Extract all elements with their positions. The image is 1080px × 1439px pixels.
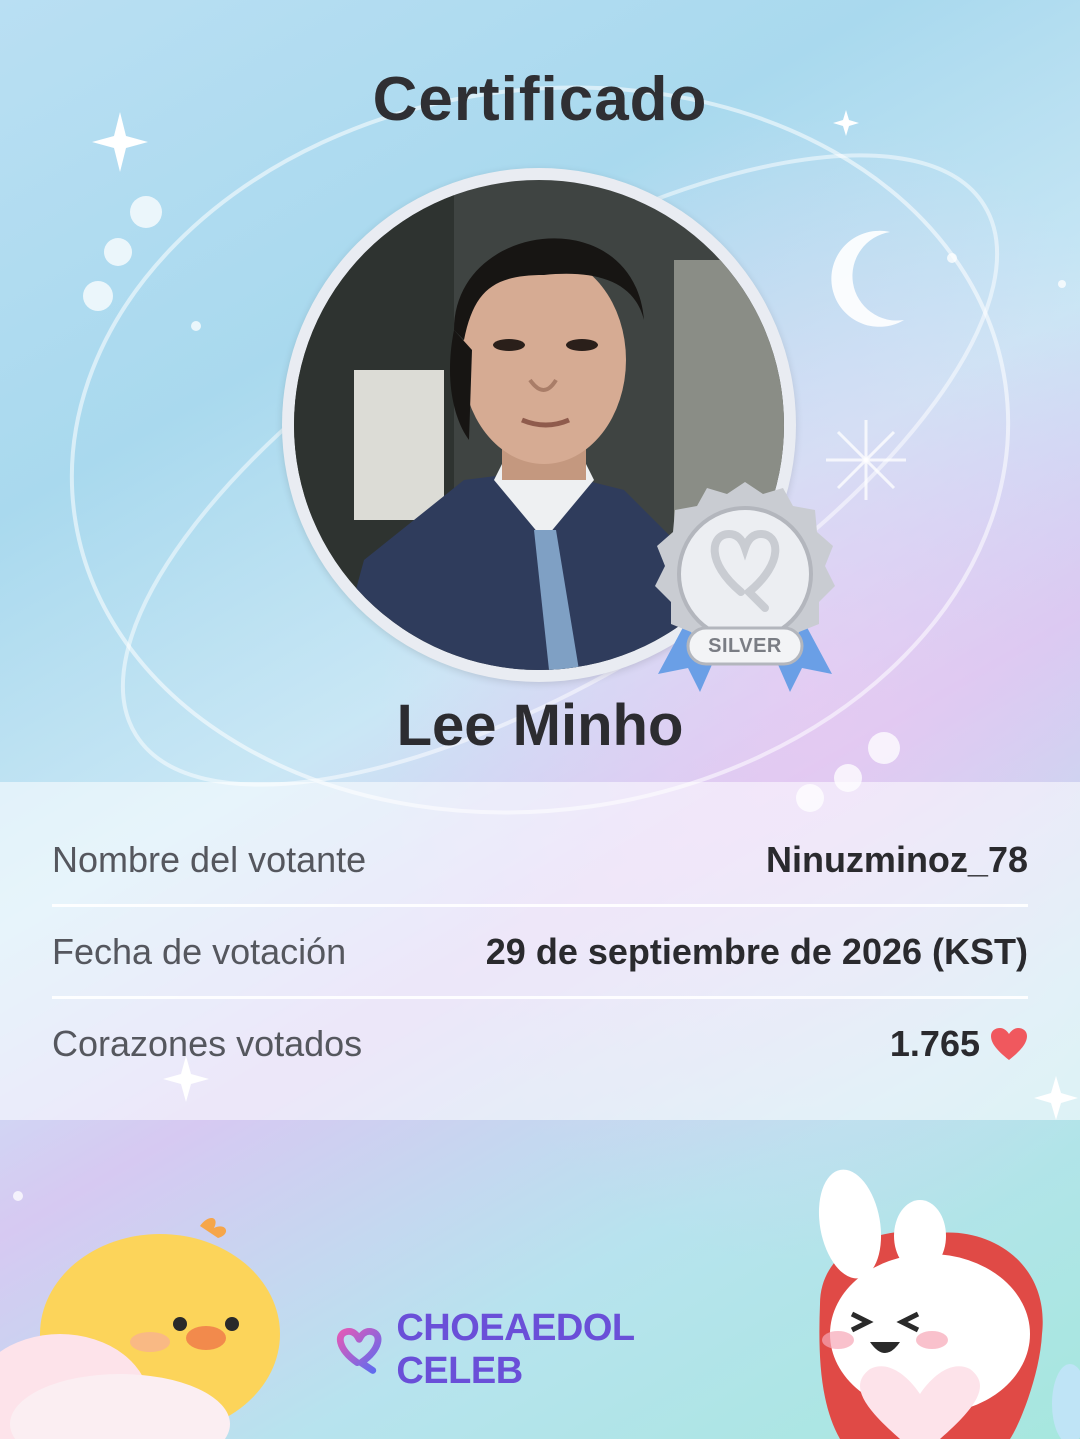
chick-character-illustration (0, 1217, 280, 1439)
brand-logo-icon (336, 1328, 382, 1374)
page-title: Certificado (372, 65, 708, 134)
brand-logo: CHOEAEDOL CELEB (330, 1307, 760, 1392)
voter-name-row: Nombre del votante Ninuzminoz_78 (52, 814, 1028, 906)
badge-label: SILVER (708, 635, 782, 657)
hearts-voted-value: 1.765 (889, 1023, 980, 1064)
vote-date-label: Fecha de votación (52, 931, 347, 972)
hearts-voted-row: Corazones votados 1.765 (52, 998, 1028, 1090)
bunny-character-illustration (818, 1169, 1080, 1439)
hearts-voted-label: Corazones votados (52, 1023, 363, 1064)
silver-medal-icon: SILVER (648, 478, 842, 700)
voter-name-value: Ninuzminoz_78 (765, 839, 1028, 880)
celebrity-name: Lee Minho (396, 693, 684, 758)
vote-date-row: Fecha de votación 29 de septiembre de 20… (52, 906, 1028, 998)
hearts-voted-value-wrap: 1.765 (890, 1023, 1028, 1065)
brand-name: CHOEAEDOL CELEB (396, 1307, 634, 1392)
vote-date-value: 29 de septiembre de 2026 (KST) (485, 931, 1028, 972)
voter-name-label: Nombre del votante (52, 839, 367, 880)
heart-icon (991, 1028, 1027, 1060)
moon-icon (831, 230, 904, 327)
